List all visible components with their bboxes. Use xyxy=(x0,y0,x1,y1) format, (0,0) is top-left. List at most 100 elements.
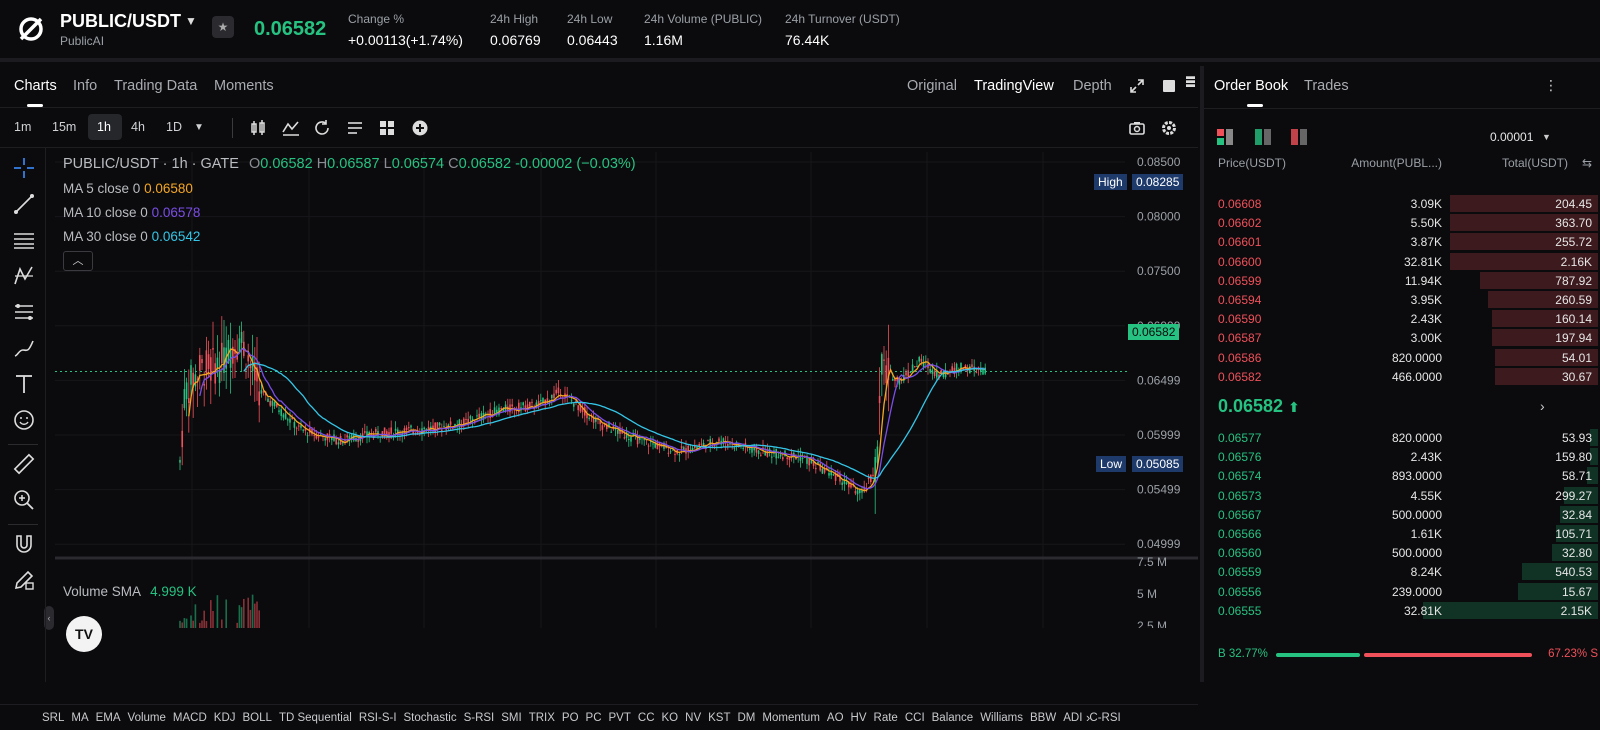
fib-tool-icon[interactable] xyxy=(12,300,36,324)
view-tradingview[interactable]: TradingView xyxy=(974,78,1054,94)
indicator-item[interactable]: ADI xyxy=(1063,712,1082,724)
tab-trades[interactable]: Trades xyxy=(1304,78,1349,94)
ask-row[interactable]: 0.06600 32.81K 2.16K xyxy=(1218,252,1598,271)
ma10-legend[interactable]: MA 10 close 0 0.06578 xyxy=(63,205,200,220)
bid-row[interactable]: 0.06559 8.24K 540.53 xyxy=(1218,562,1598,581)
price-chart[interactable]: 0.085000.080000.075000.069990.064990.059… xyxy=(0,148,1198,630)
layout-grid-icon[interactable] xyxy=(377,118,397,138)
ask-row[interactable]: 0.06594 3.95K 260.59 xyxy=(1218,290,1598,309)
bid-row[interactable]: 0.06573 4.55K 299.27 xyxy=(1218,486,1598,505)
indicator-item[interactable]: TD Sequential xyxy=(279,712,352,724)
indicator-item[interactable]: MACD xyxy=(173,712,207,724)
panel-menu-icon[interactable]: ▬ ▬ ▬ xyxy=(1186,72,1195,89)
bid-row[interactable]: 0.06574 893.0000 58.71 xyxy=(1218,466,1598,485)
precision-dropdown-icon[interactable]: ▼ xyxy=(1542,132,1551,142)
more-options-icon[interactable]: ⋮ xyxy=(1544,77,1558,94)
ma30-legend[interactable]: MA 30 close 0 0.06542 xyxy=(63,229,200,244)
indicator-item[interactable]: Volume xyxy=(128,712,166,724)
expand-icon[interactable] xyxy=(1129,78,1145,94)
indicator-item[interactable]: CC xyxy=(638,712,655,724)
indicator-item[interactable]: HV xyxy=(851,712,867,724)
indicator-item[interactable]: KST xyxy=(708,712,730,724)
indicator-item[interactable]: MA xyxy=(71,712,88,724)
camera-icon[interactable] xyxy=(1127,118,1147,138)
pattern-icon[interactable] xyxy=(12,264,36,288)
horizontal-lines-icon[interactable] xyxy=(12,228,36,252)
favorite-star-icon[interactable]: ★ xyxy=(212,16,234,38)
timeframe-1d[interactable]: 1D xyxy=(166,120,182,134)
collapse-legend-button[interactable]: ︿ xyxy=(63,251,93,271)
ask-row[interactable]: 0.06587 3.00K 197.94 xyxy=(1218,328,1598,347)
tab-trading-data[interactable]: Trading Data xyxy=(114,78,197,94)
indicators-icon[interactable] xyxy=(281,118,301,138)
indicator-item[interactable]: DM xyxy=(738,712,756,724)
indicator-item[interactable]: SRL xyxy=(42,712,64,724)
settings-list-icon[interactable] xyxy=(345,118,365,138)
indicator-item[interactable]: EMA xyxy=(96,712,121,724)
crosshair-icon[interactable] xyxy=(12,156,36,180)
precision-select[interactable]: 0.00001 xyxy=(1490,130,1533,144)
indicator-item[interactable]: KDJ xyxy=(214,712,236,724)
indicator-item[interactable]: Rate xyxy=(874,712,898,724)
view-asks-icon[interactable] xyxy=(1290,128,1308,146)
timeframe-1h[interactable]: 1h xyxy=(97,120,111,134)
pair-dropdown-icon[interactable]: ▼ xyxy=(185,14,197,28)
indicator-item[interactable]: TRIX xyxy=(529,712,555,724)
indicator-item[interactable]: C-RSI xyxy=(1089,712,1120,724)
tab-order-book[interactable]: Order Book xyxy=(1214,78,1288,94)
bid-row[interactable]: 0.06560 500.0000 32.80 xyxy=(1218,543,1598,562)
ask-row[interactable]: 0.06582 466.0000 30.67 xyxy=(1218,367,1598,386)
timeframe-4h[interactable]: 4h xyxy=(131,120,145,134)
bid-row[interactable]: 0.06567 500.0000 32.84 xyxy=(1218,505,1598,524)
ask-row[interactable]: 0.06586 820.0000 54.01 xyxy=(1218,348,1598,367)
candlestick-icon[interactable] xyxy=(248,118,268,138)
timeframe-15m[interactable]: 15m xyxy=(52,120,76,134)
gear-icon[interactable] xyxy=(1159,118,1179,138)
refresh-icon[interactable] xyxy=(312,118,332,138)
ask-row[interactable]: 0.06602 5.50K 363.70 xyxy=(1218,213,1598,232)
indicator-item[interactable]: KO xyxy=(662,712,679,724)
bid-row[interactable]: 0.06556 239.0000 15.67 xyxy=(1218,582,1598,601)
bid-row[interactable]: 0.06577 820.0000 53.93 xyxy=(1218,428,1598,447)
indicator-item[interactable]: PVT xyxy=(609,712,631,724)
indicator-item[interactable]: Balance xyxy=(932,712,974,724)
view-both-icon[interactable] xyxy=(1216,128,1234,146)
timeframe-1m[interactable]: 1m xyxy=(14,120,31,134)
indicator-item[interactable]: AO xyxy=(827,712,844,724)
ask-row[interactable]: 0.06608 3.09K 204.45 xyxy=(1218,194,1598,213)
tab-moments[interactable]: Moments xyxy=(214,78,274,94)
ask-row[interactable]: 0.06590 2.43K 160.14 xyxy=(1218,309,1598,328)
bid-row[interactable]: 0.06566 1.61K 105.71 xyxy=(1218,524,1598,543)
toggle-total-icon[interactable]: ⇆ xyxy=(1582,156,1592,170)
timeframe-dropdown-icon[interactable]: ▼ xyxy=(194,122,204,133)
ma5-legend[interactable]: MA 5 close 0 0.06580 xyxy=(63,181,193,196)
ask-row[interactable]: 0.06599 11.94K 787.92 xyxy=(1218,271,1598,290)
emoji-icon[interactable] xyxy=(12,408,36,432)
candlestick-chart-canvas[interactable]: 0.085000.080000.075000.069990.064990.059… xyxy=(0,148,1198,628)
brush-icon[interactable] xyxy=(12,336,36,360)
indicator-item[interactable]: Stochastic xyxy=(404,712,457,724)
indicator-item[interactable]: Momentum xyxy=(762,712,820,724)
pencil-lock-icon[interactable] xyxy=(12,568,36,592)
bid-row[interactable]: 0.06555 32.81K 2.15K xyxy=(1218,601,1598,620)
view-bids-icon[interactable] xyxy=(1254,128,1272,146)
tab-charts[interactable]: Charts xyxy=(14,78,57,94)
indicator-item[interactable]: PO xyxy=(562,712,579,724)
view-original[interactable]: Original xyxy=(907,78,957,94)
indicator-item[interactable]: NV xyxy=(685,712,701,724)
window-icon[interactable] xyxy=(1163,80,1175,92)
pair-name[interactable]: PUBLIC/USDT xyxy=(60,11,181,32)
bid-row[interactable]: 0.06576 2.43K 159.80 xyxy=(1218,447,1598,466)
indicator-item[interactable]: RSI-S-I xyxy=(359,712,397,724)
tab-info[interactable]: Info xyxy=(73,78,97,94)
indicator-item[interactable]: PC xyxy=(586,712,602,724)
text-tool-icon[interactable] xyxy=(12,372,36,396)
indicator-item[interactable]: BOLL xyxy=(243,712,272,724)
indicator-scroll-right-icon[interactable]: › xyxy=(1086,710,1090,725)
indicator-item[interactable]: Williams xyxy=(980,712,1023,724)
indicator-item[interactable]: CCI xyxy=(905,712,925,724)
indicator-item[interactable]: BBW xyxy=(1030,712,1056,724)
trend-line-icon[interactable] xyxy=(12,192,36,216)
indicator-item[interactable]: SMI xyxy=(501,712,521,724)
ask-row[interactable]: 0.06601 3.87K 255.72 xyxy=(1218,232,1598,251)
